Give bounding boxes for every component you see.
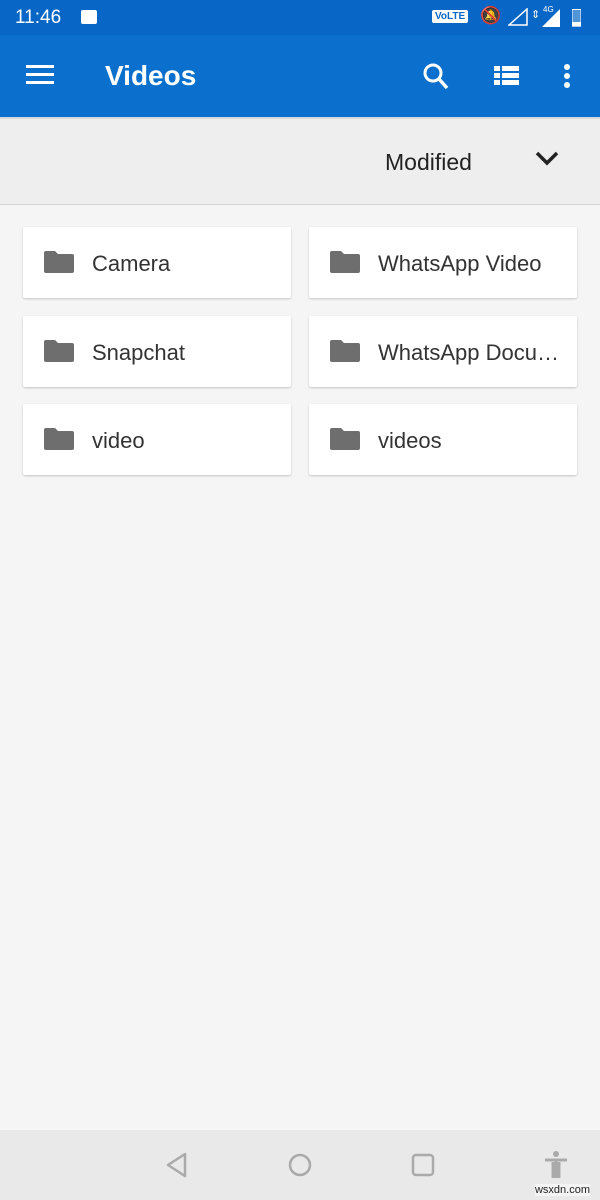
battery-icon (572, 9, 581, 27)
page-title: Videos (105, 60, 197, 91)
accessibility-icon[interactable] (543, 1150, 569, 1180)
folder-item[interactable]: WhatsApp Video (309, 227, 577, 298)
folder-icon (330, 428, 360, 450)
folder-name: Camera (92, 251, 171, 276)
folder-name: video (92, 428, 145, 453)
image-icon (81, 10, 97, 24)
folder-icon (330, 251, 360, 273)
folder-name: Snapchat (92, 340, 185, 365)
folder-item[interactable]: WhatsApp Documents (309, 316, 577, 387)
app-bar: Videos (0, 35, 600, 117)
chevron-down-icon[interactable] (534, 145, 560, 171)
recents-icon[interactable] (411, 1152, 435, 1178)
folder-icon (44, 428, 74, 450)
status-time: 11:46 (15, 7, 62, 28)
menu-icon[interactable] (26, 65, 54, 85)
folder-item[interactable]: Camera (23, 227, 291, 298)
search-icon[interactable] (423, 62, 449, 90)
notifications-off-icon: 🔕 (480, 6, 502, 25)
back-icon[interactable] (165, 1152, 189, 1178)
folder-name: videos (378, 428, 442, 453)
home-icon[interactable] (287, 1152, 313, 1178)
status-bar: 11:46 VoLTE 🔕 ⇕ 4G (0, 0, 600, 35)
folder-icon (44, 251, 74, 273)
folder-item[interactable]: Snapchat (23, 316, 291, 387)
folder-item[interactable]: videos (309, 404, 577, 475)
watermark: wsxdn.com (534, 1184, 590, 1196)
signal-roaming-icon (542, 9, 560, 27)
data-arrows-icon: ⇕ (531, 9, 541, 21)
folder-icon (44, 340, 74, 362)
more-options-icon[interactable] (562, 64, 572, 90)
folder-name: WhatsApp Video (378, 251, 542, 276)
sort-bar: Modified (0, 117, 600, 205)
list-view-icon[interactable] (494, 66, 519, 87)
signal-icon (508, 8, 528, 26)
sort-label[interactable]: Modified (385, 149, 472, 176)
navigation-bar: wsxdn.com (0, 1130, 600, 1200)
folder-item[interactable]: video (23, 404, 291, 475)
folder-icon (330, 340, 360, 362)
folder-name: WhatsApp Documents (378, 340, 563, 365)
volte-badge: VoLTE (432, 10, 469, 23)
